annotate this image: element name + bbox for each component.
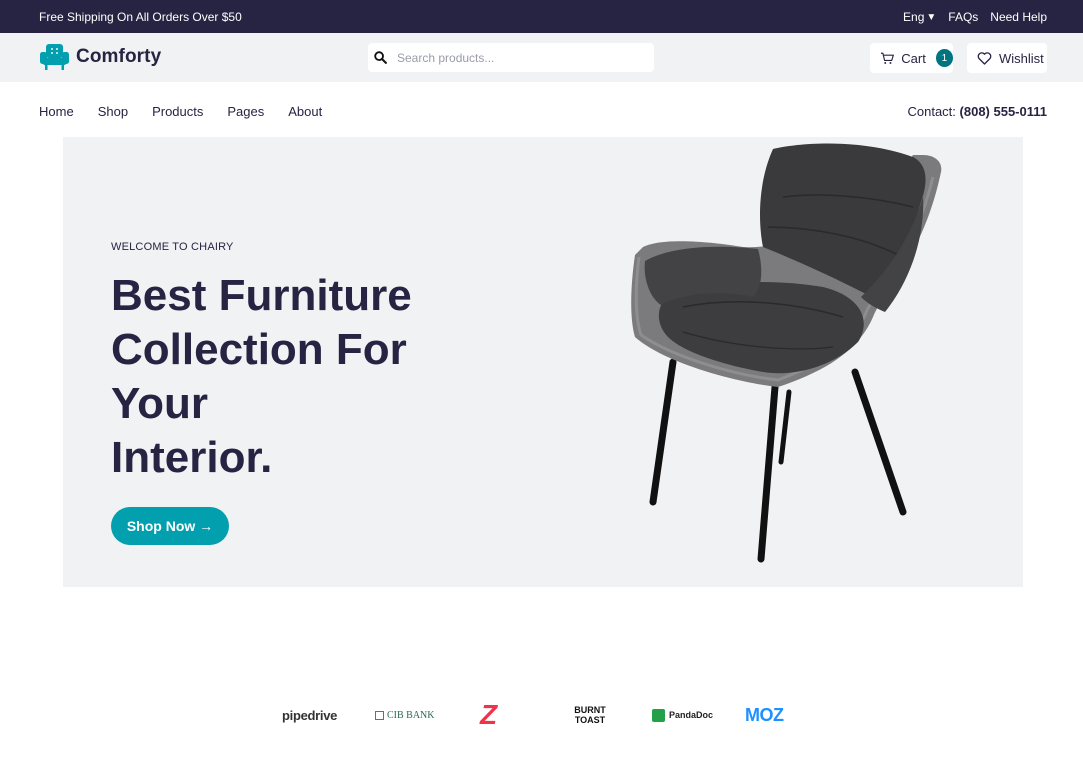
partner-logo-moz: MOZ [745,704,784,725]
hero-headline: Best Furniture Collection For Your Inter… [111,269,441,485]
partner-logos: pipedrive CIB BANK Z BURNT TOAST PandaDo… [280,695,810,735]
search-box [368,43,654,72]
search-input[interactable] [397,50,637,65]
headline-line: Your [111,379,208,428]
faqs-link[interactable]: FAQs [948,10,978,24]
announcement-bar: Free Shipping On All Orders Over $50 Eng… [0,0,1083,33]
contact-phone[interactable]: (808) 555-0111 [960,104,1047,119]
armchair-image [631,143,942,563]
language-label: Eng [903,10,925,24]
wishlist-button[interactable]: Wishlist [967,43,1047,73]
partner-logo-z: Z [480,699,498,730]
contact-label: Contact: [907,104,956,119]
cart-label: Cart [901,50,926,66]
free-shipping-text: Free Shipping On All Orders Over $50 [39,10,242,24]
search-icon[interactable] [374,51,387,64]
partner-logo-pandadoc: PandaDoc [652,695,713,735]
header-bar: Comforty Cart 1 Wishlist [0,33,1083,82]
cib-bank-mark-icon [375,710,384,720]
hero-banner: WELCOME TO CHAIRY Best Furniture Collect… [63,137,1023,587]
cart-count-badge: 1 [935,49,953,67]
hero-eyebrow: WELCOME TO CHAIRY [111,241,234,253]
heart-icon [977,51,992,65]
partner-logo-cib-bank: CIB BANK [375,695,435,735]
headline-line: Collection For [111,325,407,374]
nav-item-products[interactable]: Products [152,104,203,119]
pandadoc-mark-icon [652,708,665,722]
cart-button[interactable]: Cart 1 [870,43,953,73]
nav-item-home[interactable]: Home [39,104,74,119]
partner-logo-burnt-toast: BURNT TOAST [574,705,606,725]
main-nav: Home Shop Products Pages About [39,104,322,119]
shop-now-button[interactable]: Shop Now → [111,507,229,545]
language-selector[interactable]: Eng ▼ [903,10,936,24]
nav-item-pages[interactable]: Pages [227,104,264,119]
armchair-icon [40,44,69,70]
nav-item-about[interactable]: About [288,104,322,119]
brand-name: Comforty [76,46,162,67]
contact-info: Contact: (808) 555-0111 [907,104,1047,119]
headline-line: Best Furniture [111,271,412,320]
caret-down-icon: ▼ [926,11,937,23]
wishlist-label: Wishlist [999,50,1044,66]
cart-icon [880,52,894,64]
partner-logo-pipedrive: pipedrive [282,707,338,723]
headline-line: Interior. [111,433,273,482]
brand-logo[interactable]: Comforty [39,43,161,71]
nav-item-shop[interactable]: Shop [98,104,128,119]
need-help-link[interactable]: Need Help [990,10,1047,24]
topbar-links: Eng ▼ FAQs Need Help [903,10,1047,24]
